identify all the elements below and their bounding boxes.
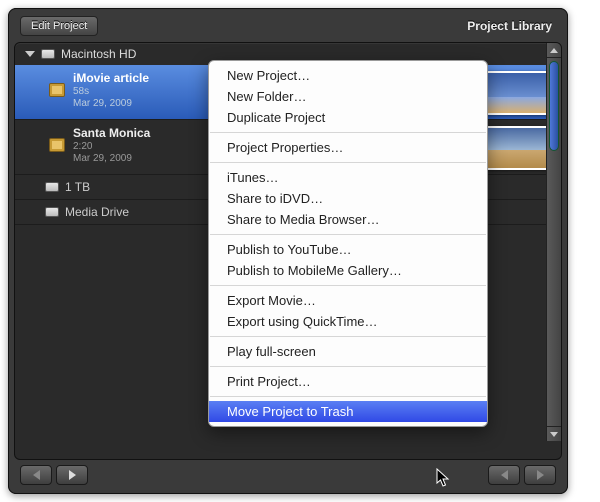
disclosure-triangle-icon[interactable] [25,51,35,57]
play-button[interactable] [56,465,88,485]
rewind-button[interactable] [20,465,52,485]
menu-item[interactable]: Export using QuickTime… [209,311,487,332]
disk-label: Macintosh HD [61,47,136,61]
hard-drive-icon [45,207,59,217]
hard-drive-icon [41,49,55,59]
project-folder-icon [49,83,65,97]
mouse-cursor-icon [436,468,450,488]
menu-separator [210,396,486,397]
menu-item[interactable]: Move Project to Trash [209,401,487,422]
disk-label: 1 TB [65,180,90,194]
menu-item[interactable]: Share to Media Browser… [209,209,487,230]
project-name: iMovie article [73,71,149,85]
triangle-left-icon [33,470,40,480]
menu-item[interactable]: Publish to MobileMe Gallery… [209,260,487,281]
menu-item[interactable]: iTunes… [209,167,487,188]
triangle-left-icon [501,470,508,480]
context-menu[interactable]: New Project…New Folder…Duplicate Project… [208,60,488,427]
menu-item[interactable]: Play full-screen [209,341,487,362]
chevron-down-icon [550,432,558,437]
project-date: Mar 29, 2009 [73,153,150,164]
scroll-up-button[interactable] [547,43,561,58]
hard-drive-icon [45,182,59,192]
top-toolbar: Edit Project Project Library [14,14,562,42]
edit-project-button[interactable]: Edit Project [20,16,98,36]
project-date: Mar 29, 2009 [73,98,149,109]
vertical-scrollbar[interactable] [546,43,561,441]
menu-item[interactable]: Print Project… [209,371,487,392]
menu-item[interactable]: Export Movie… [209,290,487,311]
menu-item[interactable]: New Folder… [209,86,487,107]
menu-separator [210,336,486,337]
library-title: Project Library [467,19,556,33]
menu-item[interactable]: Project Properties… [209,137,487,158]
project-name: Santa Monica [73,126,150,140]
scroll-down-button[interactable] [547,426,561,441]
project-text: iMovie article 58s Mar 29, 2009 [73,71,149,109]
menu-separator [210,366,486,367]
menu-separator [210,285,486,286]
scroll-thumb[interactable] [549,61,559,151]
project-thumbnail [483,71,555,115]
menu-item[interactable]: Duplicate Project [209,107,487,128]
chevron-up-icon [550,48,558,53]
menu-separator [210,132,486,133]
next-button[interactable] [524,465,556,485]
triangle-right-icon [537,470,544,480]
project-duration: 58s [73,86,149,97]
app-window: Edit Project Project Library Macintosh H… [8,8,568,494]
menu-separator [210,162,486,163]
prev-button[interactable] [488,465,520,485]
project-text: Santa Monica 2:20 Mar 29, 2009 [73,126,150,164]
project-duration: 2:20 [73,141,150,152]
project-folder-icon [49,138,65,152]
menu-item[interactable]: New Project… [209,65,487,86]
menu-item[interactable]: Publish to YouTube… [209,239,487,260]
menu-separator [210,234,486,235]
bottom-toolbar [14,460,562,491]
project-thumbnail [483,126,555,170]
menu-item[interactable]: Share to iDVD… [209,188,487,209]
triangle-right-icon [69,470,76,480]
disk-label: Media Drive [65,205,129,219]
